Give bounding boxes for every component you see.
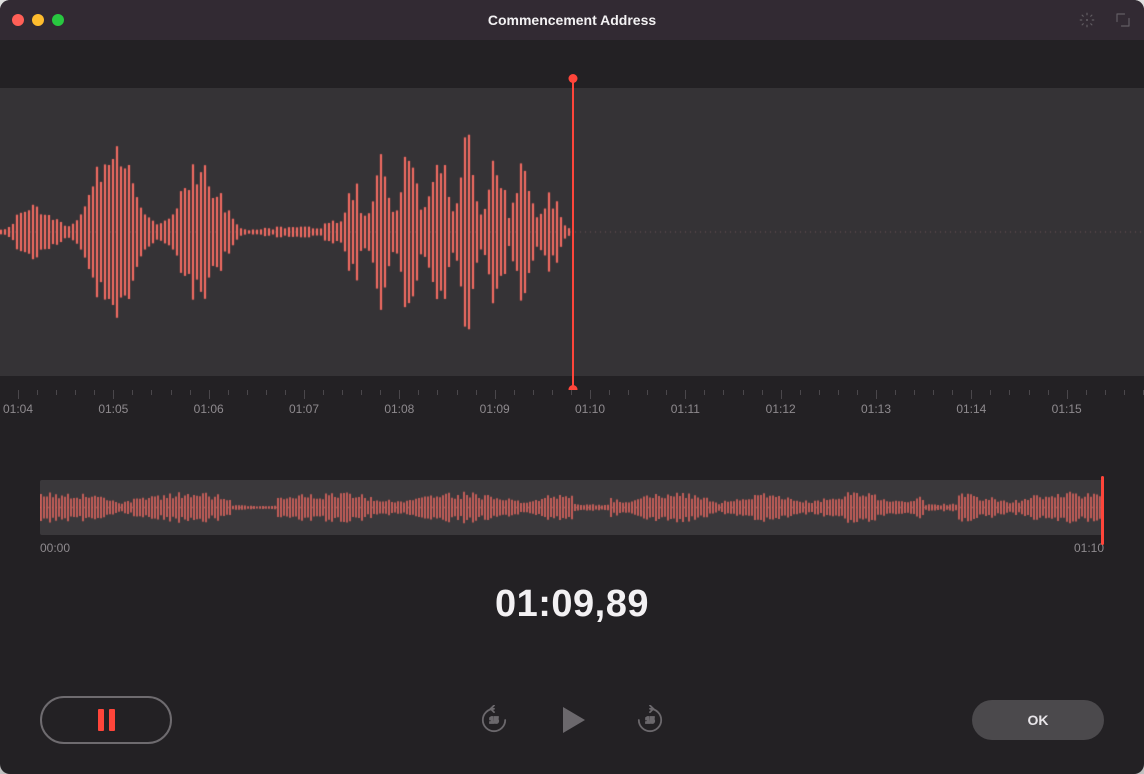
ruler-label: 01:04 [3, 402, 33, 416]
overview-start-time: 00:00 [40, 541, 70, 555]
zoom-window-button[interactable] [52, 14, 64, 26]
timecode-display: 01:09,89 [0, 583, 1144, 626]
ruler-label: 01:12 [766, 402, 796, 416]
minimize-window-button[interactable] [32, 14, 44, 26]
ruler-label: 01:06 [194, 402, 224, 416]
enhance-icon[interactable] [1078, 11, 1096, 29]
transport-controls: 15 15 OK [0, 696, 1144, 744]
play-button[interactable] [553, 701, 591, 739]
titlebar: Commencement Address [0, 0, 1144, 40]
overview-playhead[interactable] [1101, 476, 1104, 545]
app-window: Commencement Address 01:04 01:05 01:06 01:0… [0, 0, 1144, 774]
ruler-label: 01:14 [956, 402, 986, 416]
trim-icon[interactable] [1114, 11, 1132, 29]
playback-controls: 15 15 [479, 701, 665, 739]
waveform-area[interactable]: 01:0401:0501:0601:0701:0801:0901:1001:11… [0, 40, 1144, 390]
skip-back-seconds: 15 [490, 716, 499, 725]
ruler-label: 01:15 [1052, 402, 1082, 416]
ruler-label: 01:11 [671, 402, 700, 416]
skip-back-button[interactable]: 15 [479, 705, 509, 735]
ruler-label: 01:07 [289, 402, 319, 416]
ruler-label: 01:05 [98, 402, 128, 416]
close-window-button[interactable] [12, 14, 24, 26]
overview-end-time: 01:10 [1074, 541, 1104, 555]
window-title: Commencement Address [0, 12, 1144, 28]
overview-canvas [40, 480, 1104, 535]
record-pause-button[interactable] [40, 696, 172, 744]
ruler-label: 01:13 [861, 402, 891, 416]
pause-icon [98, 709, 115, 731]
time-ruler: 01:04 01:05 01:06 01:07 01:08 01:09 01:10 01:11… [0, 390, 1144, 422]
window-controls [12, 14, 64, 26]
skip-forward-button[interactable]: 15 [635, 705, 665, 735]
overview-area[interactable]: 00:00 01:10 [40, 480, 1104, 555]
ruler-label: 01:10 [575, 402, 605, 416]
ok-button[interactable]: OK [972, 700, 1104, 740]
overview-track [40, 480, 1104, 535]
ruler-label: 01:09 [480, 402, 510, 416]
ruler-label: 01:08 [384, 402, 414, 416]
playhead[interactable] [572, 78, 574, 390]
skip-forward-seconds: 15 [646, 716, 655, 725]
